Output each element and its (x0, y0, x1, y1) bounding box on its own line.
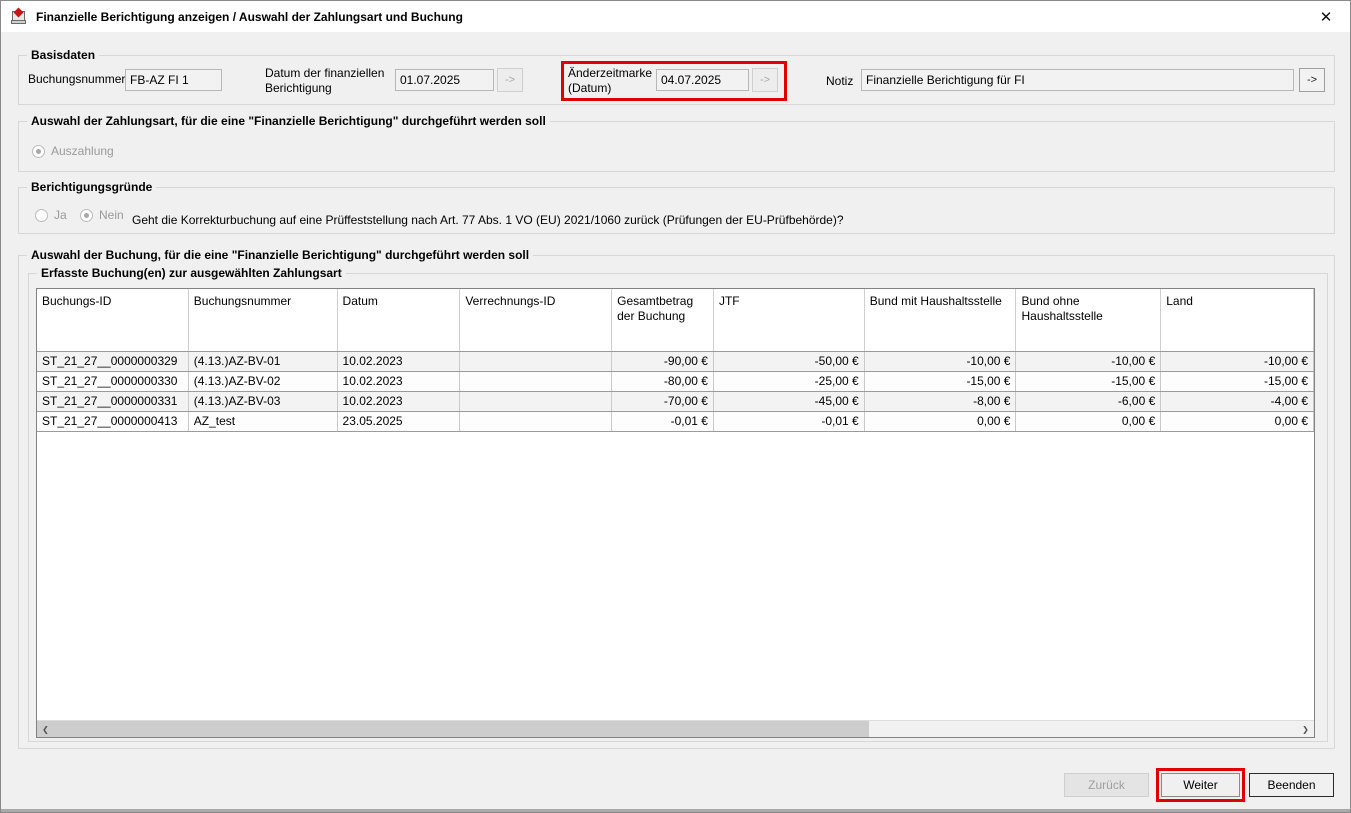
aenderzeitmarke-label: Änderzeitmarke (Datum) (568, 66, 658, 96)
berichtigungsgruende-question: Geht die Korrekturbuchung auf eine Prüff… (132, 213, 844, 227)
table-cell (460, 392, 612, 411)
table-cell: -45,00 € (714, 392, 865, 411)
column-header[interactable]: JTF (714, 289, 865, 351)
table-cell (460, 372, 612, 391)
table-cell: (4.13.)AZ-BV-02 (189, 372, 338, 391)
buchungen-table: Buchungs-IDBuchungsnummerDatumVerrechnun… (36, 288, 1315, 738)
notiz-expand-button[interactable]: -> (1299, 68, 1325, 92)
table-cell: -6,00 € (1016, 392, 1161, 411)
scroll-right-icon[interactable]: ❯ (1297, 721, 1314, 737)
aenderzeitmarke-picker-button[interactable]: -> (752, 68, 778, 92)
table-cell: -15,00 € (1161, 372, 1314, 391)
table-cell: -10,00 € (1161, 352, 1314, 371)
radio-nein-label: Nein (99, 208, 124, 222)
table-horizontal-scrollbar[interactable]: ❮ ❯ (37, 720, 1314, 737)
datum-field[interactable]: 01.07.2025 (395, 69, 494, 91)
radio-auszahlung-label: Auszahlung (51, 144, 114, 158)
notiz-field[interactable]: Finanzielle Berichtigung für FI (861, 69, 1294, 91)
table-cell: 23.05.2025 (338, 412, 461, 431)
table-cell: ST_21_27__0000000330 (37, 372, 189, 391)
table-cell (460, 412, 612, 431)
column-header[interactable]: Buchungs-ID (37, 289, 189, 351)
beenden-button[interactable]: Beenden (1249, 773, 1334, 797)
group-zahlungsart: Auswahl der Zahlungsart, für die eine "F… (18, 121, 1335, 172)
group-basisdaten-legend: Basisdaten (27, 48, 99, 62)
weiter-button[interactable]: Weiter (1161, 773, 1240, 797)
table-cell: -50,00 € (714, 352, 865, 371)
column-header[interactable]: Datum (338, 289, 461, 351)
radio-ja-icon (35, 209, 48, 222)
group-buchung-legend: Auswahl der Buchung, für die eine "Finan… (27, 248, 533, 262)
title-bar: Finanzielle Berichtigung anzeigen / Ausw… (1, 1, 1350, 32)
datum-picker-button[interactable]: -> (497, 68, 523, 92)
scrollbar-track[interactable] (869, 721, 1297, 737)
table-header-row: Buchungs-IDBuchungsnummerDatumVerrechnun… (37, 289, 1314, 352)
table-cell: -10,00 € (1016, 352, 1161, 371)
dialog-window: Finanzielle Berichtigung anzeigen / Ausw… (0, 0, 1351, 813)
radio-auszahlung[interactable]: Auszahlung (32, 144, 114, 158)
table-cell: (4.13.)AZ-BV-03 (189, 392, 338, 411)
column-header[interactable]: Buchungsnummer (189, 289, 338, 351)
table-cell: 0,00 € (1161, 412, 1314, 431)
table-cell: -0,01 € (714, 412, 865, 431)
table-cell: 0,00 € (865, 412, 1017, 431)
radio-ja[interactable]: Ja (35, 208, 67, 222)
notiz-label: Notiz (826, 74, 853, 88)
table-row[interactable]: ST_21_27__0000000331(4.13.)AZ-BV-0310.02… (37, 392, 1314, 412)
window-title: Finanzielle Berichtigung anzeigen / Ausw… (36, 10, 463, 24)
buchungsnummer-label: Buchungsnummer (28, 72, 125, 86)
table-cell: 0,00 € (1016, 412, 1161, 431)
table-cell: (4.13.)AZ-BV-01 (189, 352, 338, 371)
scroll-left-icon[interactable]: ❮ (37, 721, 54, 737)
table-cell: -4,00 € (1161, 392, 1314, 411)
table-cell: -0,01 € (612, 412, 714, 431)
table-cell: -15,00 € (865, 372, 1017, 391)
column-header[interactable]: Bund ohne Haushaltsstelle (1016, 289, 1161, 351)
group-zahlungsart-legend: Auswahl der Zahlungsart, für die eine "F… (27, 114, 550, 128)
radio-ja-label: Ja (54, 208, 67, 222)
table-body: ST_21_27__0000000329(4.13.)AZ-BV-0110.02… (37, 352, 1314, 432)
table-cell: -10,00 € (865, 352, 1017, 371)
group-erfasste-buchungen-legend: Erfasste Buchung(en) zur ausgewählten Za… (37, 266, 346, 280)
table-cell: ST_21_27__0000000413 (37, 412, 189, 431)
column-header[interactable]: Verrechnungs-ID (460, 289, 612, 351)
table-cell: 10.02.2023 (338, 352, 461, 371)
table-cell: ST_21_27__0000000331 (37, 392, 189, 411)
column-header[interactable]: Bund mit Haushaltsstelle (865, 289, 1017, 351)
table-row[interactable]: ST_21_27__0000000413AZ_test23.05.2025 -0,… (37, 412, 1314, 432)
table-cell: ST_21_27__0000000329 (37, 352, 189, 371)
column-header[interactable]: Land (1161, 289, 1314, 351)
radio-nein[interactable]: Nein (80, 208, 124, 222)
radio-auszahlung-icon (32, 145, 45, 158)
datum-label: Datum der finanziellen Berichtigung (265, 66, 399, 96)
table-cell: -25,00 € (714, 372, 865, 391)
aenderzeitmarke-field[interactable]: 04.07.2025 (656, 69, 749, 91)
table-cell: -90,00 € (612, 352, 714, 371)
app-icon (11, 9, 28, 25)
table-cell: -8,00 € (865, 392, 1017, 411)
window-bottom-edge (1, 809, 1350, 812)
buchungsnummer-field[interactable]: FB-AZ FI 1 (125, 69, 222, 91)
radio-nein-icon (80, 209, 93, 222)
table-cell: 10.02.2023 (338, 392, 461, 411)
table-row[interactable]: ST_21_27__0000000329(4.13.)AZ-BV-0110.02… (37, 352, 1314, 372)
column-header[interactable]: Gesamtbetrag der Buchung (612, 289, 714, 351)
table-cell: -80,00 € (612, 372, 714, 391)
table-row[interactable]: ST_21_27__0000000330(4.13.)AZ-BV-0210.02… (37, 372, 1314, 392)
zurueck-button[interactable]: Zurück (1064, 773, 1149, 797)
table-cell: -70,00 € (612, 392, 714, 411)
close-icon[interactable]: ✕ (1314, 5, 1338, 29)
table-cell: 10.02.2023 (338, 372, 461, 391)
group-berichtigungsgruende: Berichtigungsgründe Ja Nein Geht die Kor… (18, 187, 1335, 234)
table-cell: -15,00 € (1016, 372, 1161, 391)
scrollbar-thumb[interactable] (54, 721, 869, 737)
table-cell (460, 352, 612, 371)
group-berichtigungsgruende-legend: Berichtigungsgründe (27, 180, 156, 194)
table-cell: AZ_test (189, 412, 338, 431)
